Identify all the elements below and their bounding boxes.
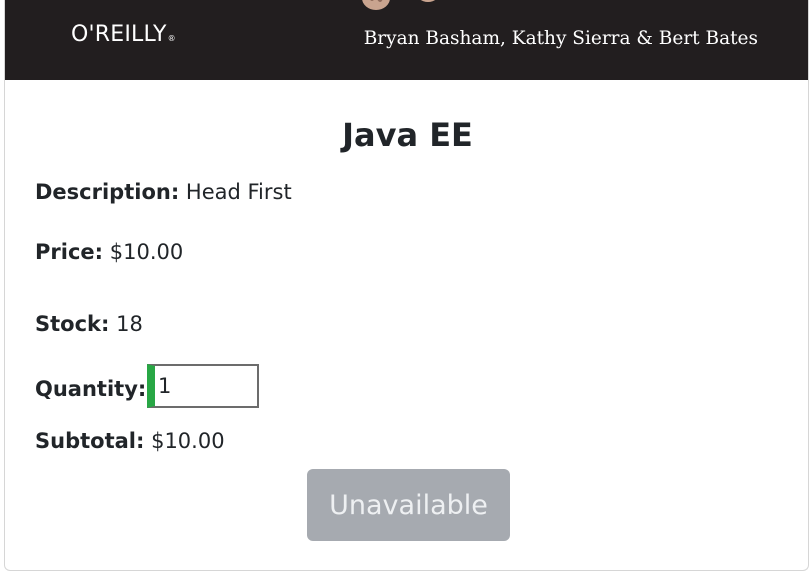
price-value: $10.00 bbox=[109, 240, 184, 264]
quantity-row: Quantity: bbox=[35, 374, 146, 404]
price-label: Price: bbox=[35, 240, 104, 264]
card-body: Java EE Description: Head First Price: $… bbox=[5, 80, 808, 570]
oreilly-logo: O'REILLY® bbox=[71, 22, 176, 47]
quantity-input[interactable] bbox=[147, 364, 259, 408]
cover-authors: Bryan Basham, Kathy Sierra & Bert Bates bbox=[363, 28, 758, 49]
description-label: Description: bbox=[35, 180, 180, 204]
quantity-label: Quantity: bbox=[35, 377, 147, 401]
subtotal-row: Subtotal: $10.00 bbox=[35, 426, 225, 456]
book-cover-image: O'REILLY® Bryan Basham, Kathy Sierra & B… bbox=[5, 0, 808, 80]
cover-illustration-icon bbox=[362, 0, 436, 10]
subtotal-label: Subtotal: bbox=[35, 429, 145, 453]
product-card: O'REILLY® Bryan Basham, Kathy Sierra & B… bbox=[4, 0, 809, 571]
subtotal-value: $10.00 bbox=[151, 429, 225, 453]
description-value: Head First bbox=[185, 180, 292, 204]
stock-row: Stock: 18 bbox=[35, 309, 143, 339]
description-row: Description: Head First bbox=[35, 177, 292, 207]
unavailable-button[interactable]: Unavailable bbox=[307, 469, 510, 541]
price-row: Price: $10.00 bbox=[35, 237, 183, 267]
stock-value: 18 bbox=[116, 312, 143, 336]
stock-label: Stock: bbox=[35, 312, 110, 336]
product-title: Java EE bbox=[342, 116, 473, 154]
